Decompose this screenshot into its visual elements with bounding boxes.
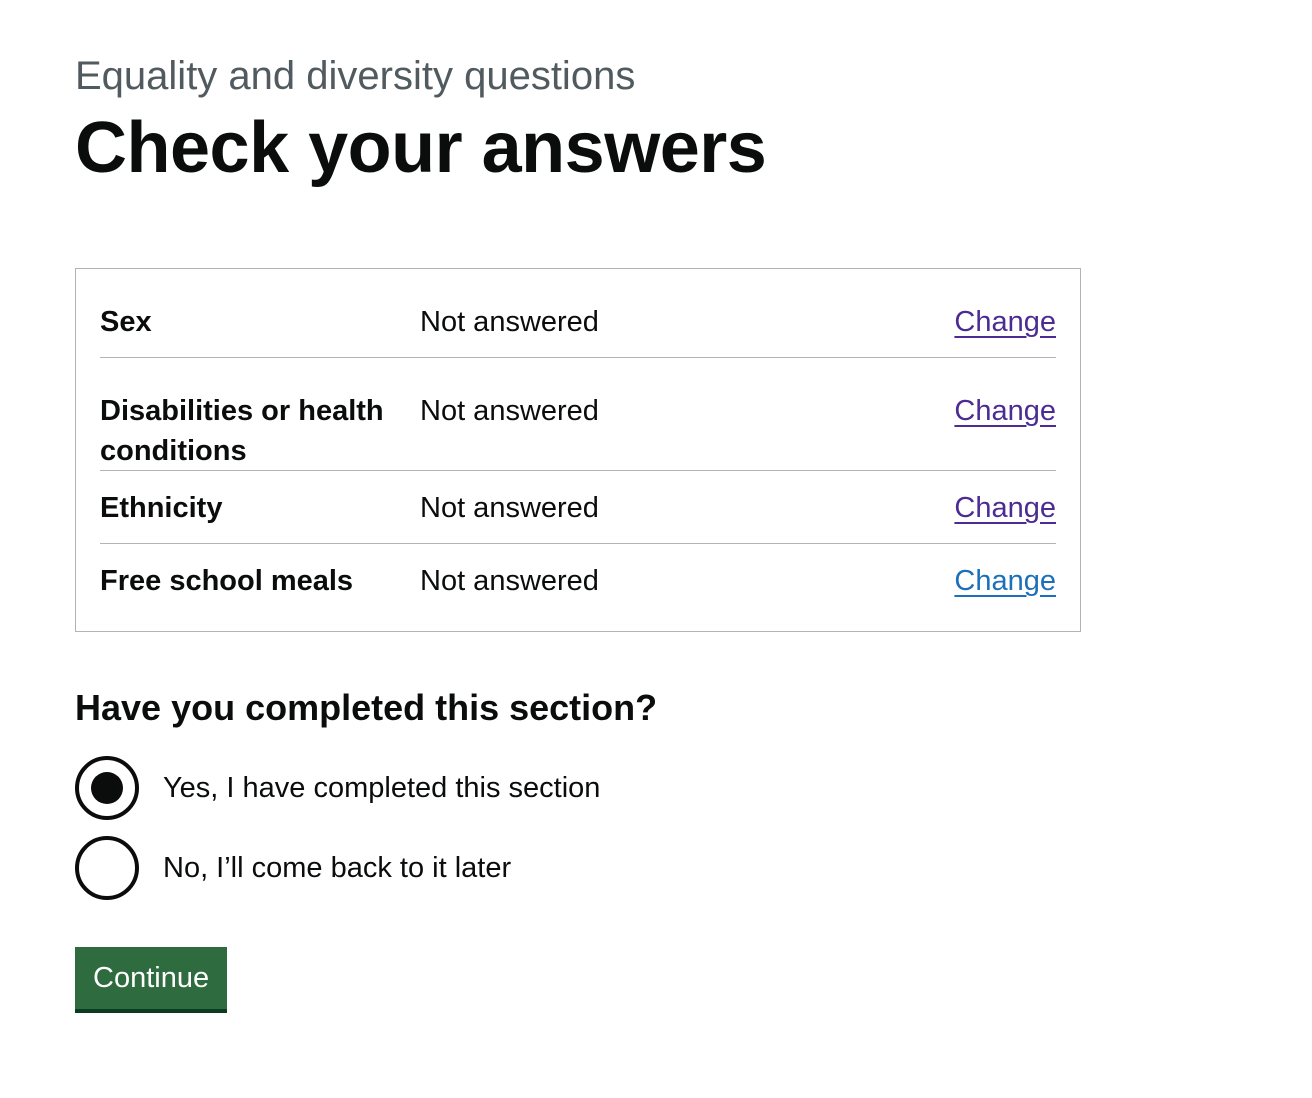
summary-key: Free school meals [100,565,354,597]
summary-value: Not answered [420,395,599,427]
page-caption: Equality and diversity questions [75,54,636,98]
summary-key: Ethnicity [100,492,223,524]
radio-button-unselected[interactable] [75,836,139,900]
summary-row-disabilities: Disabilities or health conditions Not an… [100,358,1056,471]
radio-option-yes[interactable]: Yes, I have completed this section [75,756,600,820]
summary-row-free-school-meals: Free school meals Not answered Change [100,544,1056,631]
radio-option-no[interactable]: No, I’ll come back to it later [75,836,511,900]
radio-selected-dot [91,772,123,804]
radio-label-no[interactable]: No, I’ll come back to it later [163,848,511,888]
page-title: Check your answers [75,108,767,188]
completion-question: Have you completed this section? [75,687,658,728]
continue-button[interactable]: Continue [75,947,228,1009]
radio-label-yes[interactable]: Yes, I have completed this section [163,768,600,808]
summary-value: Not answered [420,492,599,524]
summary-row-sex: Sex Not answered Change [100,269,1056,358]
summary-value: Not answered [420,565,599,597]
summary-value: Not answered [420,306,599,338]
change-free-school-meals-link[interactable]: Change [954,565,1056,597]
main-content: Equality and diversity questions Check y… [75,52,1175,1009]
change-ethnicity-link[interactable]: Change [954,492,1056,524]
summary-row-ethnicity: Ethnicity Not answered Change [100,471,1056,544]
change-sex-link[interactable]: Change [954,306,1056,338]
summary-list: Sex Not answered Change Disabilities or … [75,268,1081,632]
summary-key: Disabilities or health conditions [100,395,384,467]
summary-key: Sex [100,306,152,338]
radio-button-selected[interactable] [75,756,139,820]
change-disabilities-link[interactable]: Change [954,395,1056,427]
